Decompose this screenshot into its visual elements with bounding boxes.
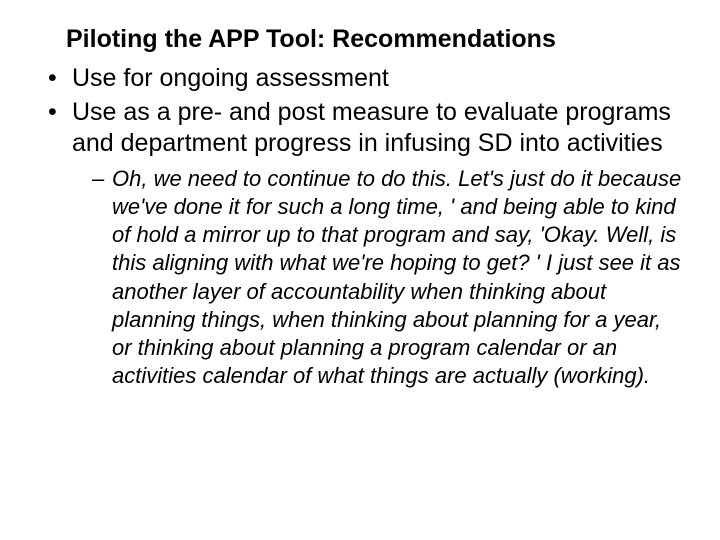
slide-title: Piloting the APP Tool: Recommendations — [66, 24, 684, 55]
sub-bullet-list: Oh, we need to continue to do this. Let'… — [72, 165, 684, 390]
bullet-list: Use for ongoing assessment Use as a pre-… — [36, 63, 684, 390]
list-item: Use for ongoing assessment — [48, 63, 684, 94]
list-item: Oh, we need to continue to do this. Let'… — [92, 165, 684, 390]
bullet-text: Use as a pre- and post measure to evalua… — [72, 98, 671, 157]
bullet-text: Use for ongoing assessment — [72, 64, 389, 92]
list-item: Use as a pre- and post measure to evalua… — [48, 97, 684, 391]
sub-bullet-text: Oh, we need to continue to do this. Let'… — [112, 166, 681, 388]
slide: Piloting the APP Tool: Recommendations U… — [0, 0, 720, 540]
